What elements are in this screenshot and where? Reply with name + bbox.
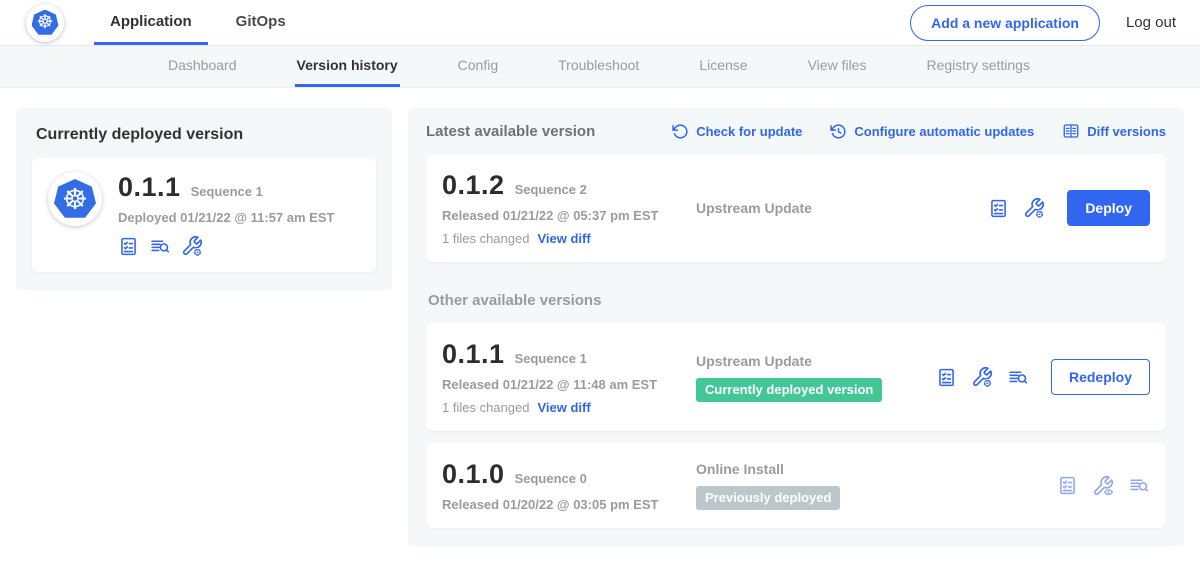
tab-troubleshoot[interactable]: Troubleshoot (556, 46, 641, 87)
check-for-update-label: Check for update (696, 124, 802, 139)
preflight-checks-icon[interactable] (1057, 475, 1078, 496)
tab-license[interactable]: License (697, 46, 749, 87)
version-number: 0.1.2 (442, 170, 505, 201)
app-nav: Application GitOps (94, 0, 314, 45)
refresh-icon (672, 123, 689, 140)
app-subnav: Dashboard Version history Config Trouble… (0, 46, 1200, 88)
logout-button[interactable]: Log out (1126, 14, 1176, 31)
version-row-0-1-2: 0.1.2 Sequence 2 Released 01/21/22 @ 05:… (426, 154, 1166, 262)
diff-versions-link[interactable]: Diff versions (1062, 122, 1166, 140)
files-changed: 1 files changed (442, 400, 529, 415)
deployed-timestamp: Deployed 01/21/22 @ 11:57 am EST (118, 210, 334, 225)
files-changed: 1 files changed (442, 231, 529, 246)
view-diff-link[interactable]: View diff (537, 231, 590, 246)
kubernetes-logo: ☸ (26, 4, 64, 42)
view-config-icon[interactable] (1092, 475, 1114, 497)
deployed-sequence: Sequence 1 (191, 184, 263, 199)
version-sequence: Sequence 2 (515, 182, 587, 197)
deployed-version-panel: Currently deployed version ☸ 0.1.1 Seque… (16, 108, 392, 290)
top-bar: ☸ Application GitOps Add a new applicati… (0, 0, 1200, 46)
preflight-checks-icon[interactable] (118, 236, 139, 257)
version-source: Upstream Update (696, 353, 936, 369)
configure-auto-updates-label: Configure automatic updates (854, 124, 1034, 139)
version-source: Online Install (696, 461, 1057, 477)
edit-config-icon[interactable] (1023, 197, 1045, 219)
version-row-0-1-1: 0.1.1 Sequence 1 Released 01/21/22 @ 11:… (426, 323, 1166, 431)
released-timestamp: Released 01/21/22 @ 05:37 pm EST (442, 208, 696, 223)
deployed-version-number: 0.1.1 (118, 172, 181, 203)
tab-version-history[interactable]: Version history (295, 46, 400, 87)
tab-config[interactable]: Config (456, 46, 500, 87)
deploy-button[interactable]: Deploy (1067, 190, 1150, 226)
previously-deployed-badge: Previously deployed (696, 486, 840, 510)
currently-deployed-badge: Currently deployed version (696, 378, 882, 402)
released-timestamp: Released 01/20/22 @ 03:05 pm EST (442, 497, 696, 512)
version-sequence: Sequence 1 (515, 351, 587, 366)
main-content: Currently deployed version ☸ 0.1.1 Seque… (0, 88, 1200, 564)
deploy-logs-icon[interactable] (149, 236, 171, 257)
app-logo: ☸ (48, 172, 102, 226)
configure-auto-updates-link[interactable]: Configure automatic updates (830, 123, 1034, 140)
check-for-update-link[interactable]: Check for update (672, 123, 802, 140)
add-application-button[interactable]: Add a new application (910, 5, 1100, 41)
tab-gitops[interactable]: GitOps (220, 0, 302, 45)
diff-icon (1062, 122, 1080, 140)
preflight-checks-icon[interactable] (936, 367, 957, 388)
tab-view-files[interactable]: View files (806, 46, 869, 87)
deployed-version-card: ☸ 0.1.1 Sequence 1 Deployed 01/21/22 @ 1… (32, 158, 376, 272)
tab-application[interactable]: Application (94, 0, 208, 45)
edit-config-icon[interactable] (181, 235, 203, 257)
redeploy-button[interactable]: Redeploy (1051, 359, 1150, 395)
released-timestamp: Released 01/21/22 @ 11:48 am EST (442, 377, 696, 392)
other-versions-title: Other available versions (428, 292, 1166, 309)
version-number: 0.1.1 (442, 339, 505, 370)
preflight-checks-icon[interactable] (988, 198, 1009, 219)
version-sequence: Sequence 0 (515, 471, 587, 486)
latest-version-title: Latest available version (426, 123, 595, 140)
diff-versions-label: Diff versions (1087, 124, 1166, 139)
version-row-0-1-0: 0.1.0 Sequence 0 Released 01/20/22 @ 03:… (426, 443, 1166, 528)
version-number: 0.1.0 (442, 459, 505, 490)
view-diff-link[interactable]: View diff (537, 400, 590, 415)
version-source: Upstream Update (696, 200, 988, 216)
tab-registry-settings[interactable]: Registry settings (924, 46, 1031, 87)
version-history-panel: Latest available version Check for updat… (408, 108, 1184, 546)
deployed-panel-title: Currently deployed version (36, 126, 376, 144)
deploy-logs-icon[interactable] (1128, 475, 1150, 496)
edit-config-icon[interactable] (971, 366, 993, 388)
tab-dashboard[interactable]: Dashboard (166, 46, 239, 87)
auto-update-icon (830, 123, 847, 140)
deploy-logs-icon[interactable] (1007, 367, 1029, 388)
